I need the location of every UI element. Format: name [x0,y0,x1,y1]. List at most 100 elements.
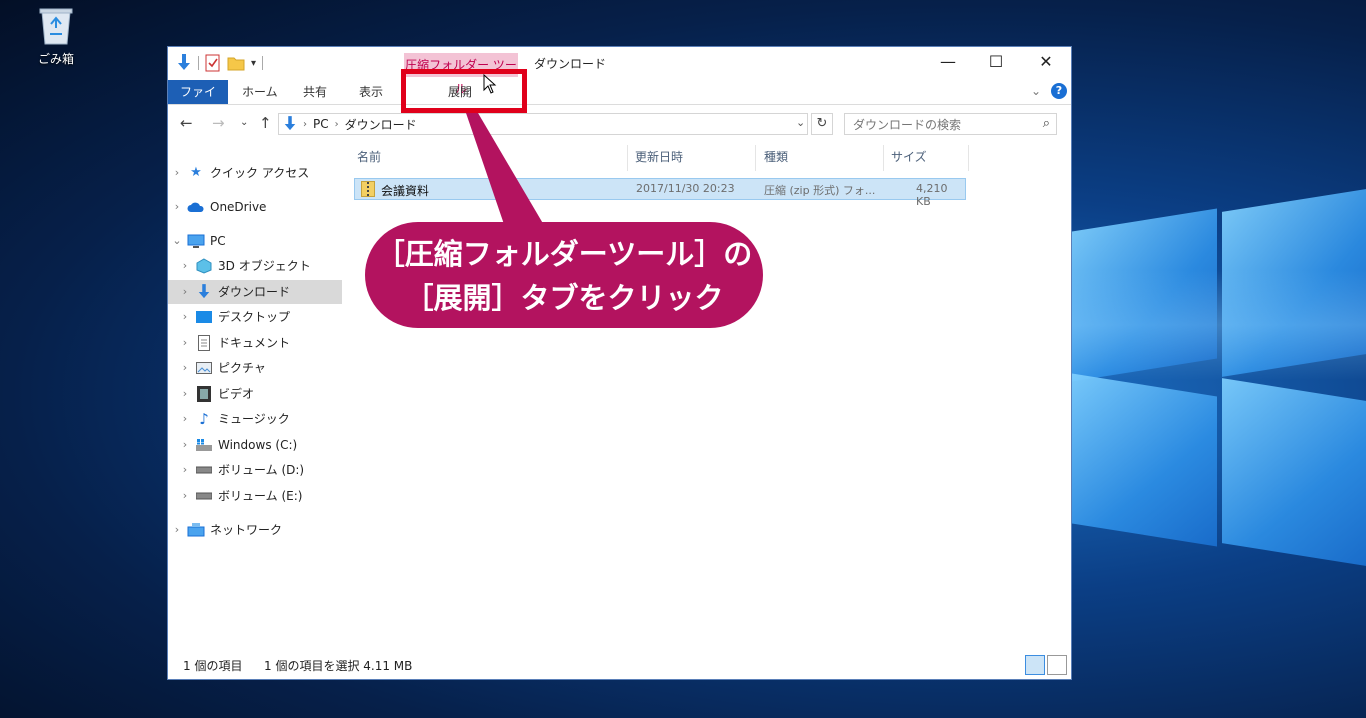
quick-access-toolbar: ▾ [176,54,264,72]
ribbon-tabs: ファイル ホーム 共有 表示 展開 ⌄ ? [168,80,1071,123]
expand-chevron-icon[interactable]: › [168,195,186,219]
nav-item-downloads[interactable]: › ダウンロード [168,280,342,304]
collapse-chevron-icon[interactable]: ⌄ [168,229,186,253]
expand-chevron-icon[interactable]: › [176,458,194,482]
expand-chevron-icon[interactable]: › [176,305,194,329]
file-row[interactable]: 会議資料 2017/11/30 20:23 圧縮 (zip 形式) フォ... … [354,178,966,208]
tab-share[interactable]: 共有 [293,80,337,104]
document-icon [194,335,214,351]
nav-item-onedrive[interactable]: › OneDrive [168,195,334,219]
up-arrow-icon[interactable]: ↑ [259,114,272,132]
nav-item-quick-access[interactable]: › ★ クイック アクセス [168,161,334,185]
download-arrow-icon [194,284,214,300]
column-divider[interactable] [968,145,969,171]
expand-chevron-icon[interactable]: › [176,356,194,380]
nav-item-documents[interactable]: › ドキュメント [168,331,342,355]
search-input[interactable] [851,115,1035,135]
expand-chevron-icon[interactable]: › [176,280,194,304]
details-view-icon[interactable] [1025,655,1045,675]
file-type: 圧縮 (zip 形式) フォ... [764,184,876,197]
windows-drive-icon [194,437,214,453]
search-icon: ⌕ [1042,116,1050,131]
close-button[interactable]: ✕ [1023,47,1069,77]
nav-item-desktop[interactable]: › デスクトップ [168,305,342,329]
status-bar: 1 個の項目 1 個の項目を選択 4.11 MB [168,651,1071,679]
expand-chevron-icon[interactable]: › [176,254,194,278]
callout-line-1: ［圧縮フォルダーツール］の [375,237,753,271]
expand-chevron-icon[interactable]: › [168,518,186,542]
column-header-date[interactable]: 更新日時 [635,145,683,171]
address-bar[interactable]: › PC › ダウンロード [278,113,808,135]
search-box[interactable]: ⌕ [844,113,1057,135]
expand-chevron-icon[interactable]: › [176,331,194,355]
desktop-icon [194,309,214,325]
tab-home[interactable]: ホーム [232,80,288,104]
nav-item-label: ビデオ [218,387,255,401]
item-count: 1 個の項目 [183,659,243,673]
nav-item-label: ダウンロード [218,285,291,299]
expand-ribbon-chevron-icon[interactable]: ⌄ [1031,84,1041,98]
properties-icon[interactable] [205,54,221,72]
explorer-window: ▾ 圧縮フォルダー ツール ダウンロード — ☐ ✕ ファイル ホーム 共有 表… [167,46,1072,680]
nav-item-label: Windows (C:) [218,438,298,452]
file-date: 2017/11/30 20:23 [636,182,735,195]
expand-chevron-icon[interactable]: › [176,407,194,431]
expand-chevron-icon[interactable]: › [176,433,194,457]
column-header-size[interactable]: サイズ [891,145,927,171]
breadcrumb-separator-icon: › [334,118,339,130]
tab-view[interactable]: 表示 [349,80,393,104]
tab-file[interactable]: ファイル [168,80,228,123]
file-name: 会議資料 [381,184,430,198]
column-header-type[interactable]: 種類 [764,145,788,171]
nav-item-3d-objects[interactable]: › 3D オブジェクト [168,254,342,278]
nav-item-pictures[interactable]: › ピクチャ [168,356,342,380]
large-icons-view-icon[interactable] [1047,655,1067,675]
nav-item-label: ミュージック [218,412,290,426]
music-icon: ♪ [199,410,209,428]
nav-item-label: ピクチャ [218,361,266,375]
minimize-button[interactable]: — [925,47,971,77]
nav-item-network[interactable]: › ネットワーク [168,518,334,542]
back-arrow-icon[interactable]: ← [180,114,193,132]
network-icon [186,522,206,538]
recycle-bin-desktop-icon[interactable]: ごみ箱 [28,6,84,67]
instruction-callout: ［圧縮フォルダーツール］の ［展開］タブをクリック [365,222,763,328]
expand-chevron-icon[interactable]: › [168,161,186,185]
address-dropdown-chevron-icon[interactable]: ⌄ [796,116,805,129]
refresh-button[interactable]: ↻ [811,113,833,135]
cloud-icon [186,199,206,215]
new-folder-icon[interactable] [227,55,245,71]
nav-item-drive-d[interactable]: › ボリューム (D:) [168,458,342,482]
drive-icon [194,488,214,504]
download-arrow-icon[interactable] [176,54,192,72]
recent-locations-chevron-icon[interactable]: ⌄ [240,117,248,128]
nav-item-label: デスクトップ [218,310,291,324]
column-header-name[interactable]: 名前 [357,145,381,171]
breadcrumb-pc[interactable]: PC [313,117,329,131]
column-divider[interactable] [883,145,884,171]
help-icon[interactable]: ? [1051,83,1067,99]
nav-item-videos[interactable]: › ビデオ [168,382,342,406]
forward-arrow-icon[interactable]: → [212,114,225,132]
breadcrumb-downloads[interactable]: ダウンロード [345,116,417,133]
nav-item-drive-c[interactable]: › Windows (C:) [168,433,342,457]
nav-item-label: ドキュメント [218,336,291,350]
expand-chevron-icon[interactable]: › [176,484,194,508]
customize-qat-chevron-icon[interactable]: ▾ [251,58,256,69]
nav-item-drive-e[interactable]: › ボリューム (E:) [168,484,342,508]
column-divider[interactable] [755,145,756,171]
callout-line-2: ［展開］タブをクリック [404,281,724,315]
nav-item-label: PC [210,234,226,248]
star-icon: ★ [190,165,202,180]
nav-item-label: ネットワーク [210,523,283,537]
window-title: ダウンロード [534,57,607,71]
wallpaper-light-beam [1072,270,1366,380]
column-divider[interactable] [627,145,628,171]
nav-item-label: ボリューム (D:) [218,463,305,477]
maximize-button[interactable]: ☐ [973,47,1019,77]
nav-item-music[interactable]: › ♪ ミュージック [168,407,342,431]
nav-item-pc[interactable]: ⌄ PC [168,229,334,253]
expand-chevron-icon[interactable]: › [176,382,194,406]
nav-item-label: 3D オブジェクト [218,259,311,273]
extract-tab-highlight-box [401,69,527,113]
